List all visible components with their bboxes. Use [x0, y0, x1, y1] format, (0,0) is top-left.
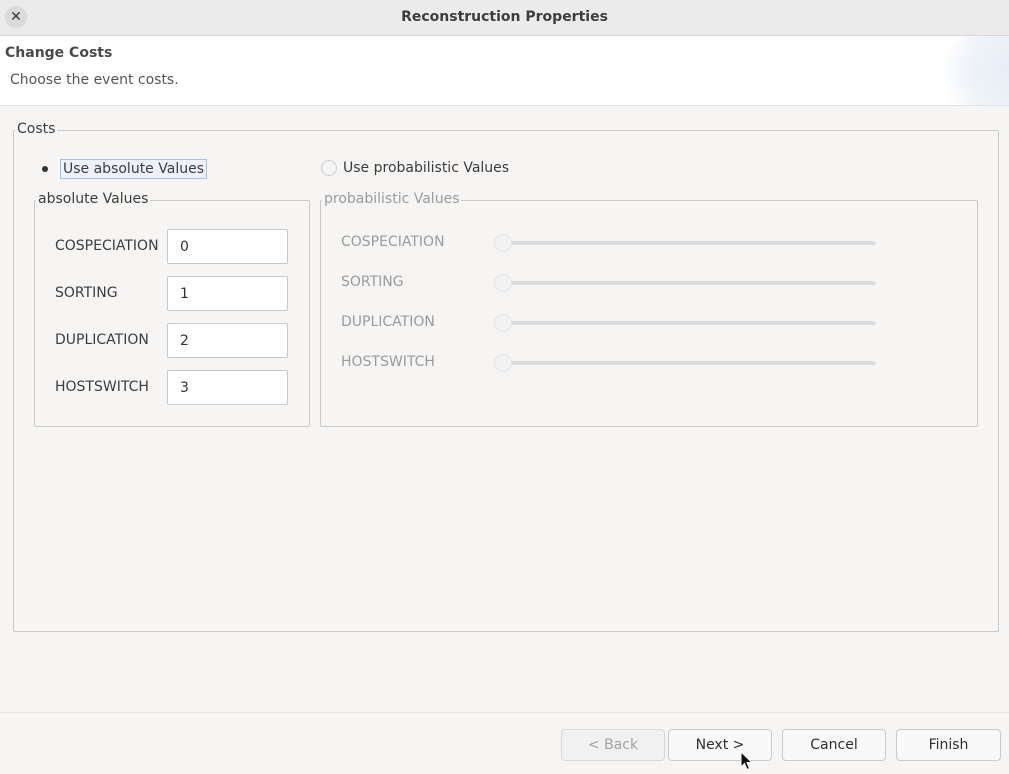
- window-title: Reconstruction Properties: [401, 9, 608, 25]
- probabilistic-values-group-label: probabilistic Values: [322, 191, 462, 207]
- mouse-pointer-icon: [740, 751, 754, 771]
- sorting-input[interactable]: [167, 276, 288, 311]
- prob-cospeciation-label: COSPECIATION: [341, 234, 445, 250]
- cospeciation-label: COSPECIATION: [55, 238, 159, 254]
- use-absolute-values-label: Use absolute Values: [60, 159, 207, 179]
- duplication-slider-handle[interactable]: [494, 314, 512, 332]
- title-bar: ✕ Reconstruction Properties: [0, 0, 1009, 36]
- sorting-slider-handle[interactable]: [494, 274, 512, 292]
- page-description: Choose the event costs.: [10, 72, 179, 88]
- hostswitch-slider[interactable]: [503, 361, 876, 365]
- next-button[interactable]: Next >: [668, 729, 772, 761]
- absolute-values-group-label: absolute Values: [36, 191, 151, 207]
- costs-group-label: Costs: [15, 121, 58, 137]
- cospeciation-input[interactable]: [167, 229, 288, 264]
- use-probabilistic-values-label: Use probabilistic Values: [343, 160, 510, 176]
- header-decoration: [939, 36, 1009, 105]
- back-button[interactable]: < Back: [561, 729, 665, 761]
- prob-duplication-label: DUPLICATION: [341, 314, 435, 330]
- prob-sorting-label: SORTING: [341, 274, 404, 290]
- hostswitch-label: HOSTSWITCH: [55, 379, 149, 395]
- dialog-window: ✕ Reconstruction Properties Change Costs…: [0, 0, 1009, 774]
- radio-checked-icon: [38, 161, 54, 177]
- wizard-header: Change Costs Choose the event costs.: [0, 36, 1009, 106]
- page-title: Change Costs: [5, 45, 113, 61]
- cancel-button[interactable]: Cancel: [782, 729, 886, 761]
- cospeciation-slider[interactable]: [503, 241, 876, 245]
- hostswitch-input[interactable]: [167, 370, 288, 405]
- cospeciation-slider-handle[interactable]: [494, 234, 512, 252]
- use-probabilistic-values-radio[interactable]: Use probabilistic Values: [321, 159, 509, 177]
- use-absolute-values-radio[interactable]: Use absolute Values: [38, 159, 207, 179]
- sorting-slider[interactable]: [503, 281, 876, 285]
- footer-separator: [0, 712, 1009, 713]
- duplication-label: DUPLICATION: [55, 332, 149, 348]
- hostswitch-slider-handle[interactable]: [494, 354, 512, 372]
- prob-hostswitch-label: HOSTSWITCH: [341, 354, 435, 370]
- duplication-input[interactable]: [167, 323, 288, 358]
- finish-button[interactable]: Finish: [896, 729, 1001, 761]
- duplication-slider[interactable]: [503, 321, 876, 325]
- radio-unchecked-icon: [321, 160, 337, 176]
- sorting-label: SORTING: [55, 285, 118, 301]
